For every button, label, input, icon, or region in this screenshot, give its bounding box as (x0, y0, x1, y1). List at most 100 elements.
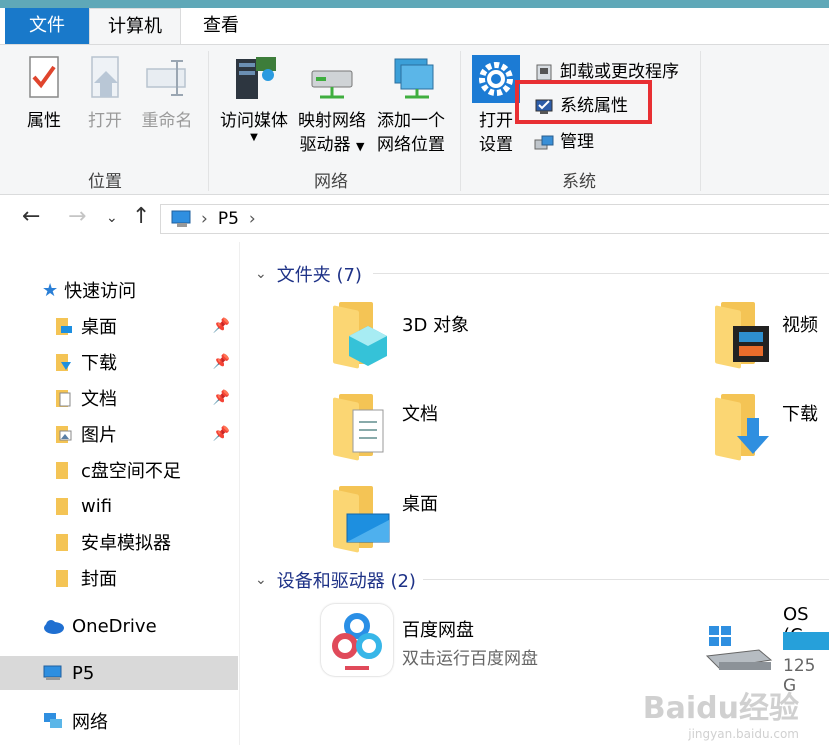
section-title: 文件夹 (7) (276, 265, 362, 286)
sidebar-item-label: OneDrive (72, 615, 157, 637)
manage-label: 管理 (560, 132, 594, 152)
folder-label[interactable]: 3D 对象 (402, 311, 469, 337)
sidebar-item-folder[interactable]: 封面 (0, 561, 238, 595)
add-location-label-line2: 网络位置 (377, 135, 445, 155)
access-media-button[interactable]: 访问媒体 ▼ (216, 53, 292, 143)
pin-icon[interactable]: 📌 (213, 354, 230, 370)
sidebar-item-folder[interactable]: 安卓模拟器 (0, 525, 238, 559)
section-title: 设备和驱动器 (2) (276, 571, 416, 592)
baidu-netdisk-icon[interactable] (321, 604, 393, 676)
add-network-location-button[interactable]: 添加一个 网络位置 (372, 53, 450, 157)
devices-section-header[interactable]: ⌄ 设备和驱动器 (2) (255, 567, 416, 593)
open-settings-label-line2: 设置 (479, 135, 513, 155)
sidebar-item-folder[interactable]: wifi (0, 489, 238, 523)
navigation-bar: ← → ⌄ ↑ › P5 › (0, 196, 829, 242)
folder-icon (55, 496, 73, 516)
desktop-folder-icon[interactable] (333, 486, 395, 553)
device-label[interactable]: 百度网盘 (402, 616, 474, 642)
back-arrow-icon[interactable]: ← (22, 204, 40, 229)
os-drive-icon[interactable] (703, 620, 775, 676)
network-drive-icon (306, 53, 358, 105)
folder-label[interactable]: 桌面 (402, 490, 438, 516)
sidebar-item-label: 封面 (81, 569, 117, 590)
folder-icon (55, 568, 73, 588)
device-subtitle: 双击运行百度网盘 (402, 649, 538, 669)
star-icon: ★ (42, 279, 59, 301)
uninstall-icon (534, 62, 554, 82)
documents-folder-icon[interactable] (333, 394, 395, 461)
open-icon (80, 53, 132, 105)
media-server-icon (228, 53, 280, 105)
access-media-label: 访问媒体 (220, 111, 288, 131)
folder-label[interactable]: 文档 (402, 400, 438, 426)
sidebar-item-label: 下载 (81, 353, 117, 374)
sidebar-item-desktop[interactable]: 桌面 📌 (0, 309, 238, 343)
group-label-system: 系统 (562, 172, 596, 192)
folder-icon (55, 532, 73, 552)
sidebar-item-pictures[interactable]: 图片 📌 (0, 417, 238, 451)
sidebar-item-folder[interactable]: c盘空间不足 (0, 453, 238, 487)
baidu-watermark: Baidu经验 jingyan.baidu.com (642, 691, 799, 741)
sidebar-item-label: 安卓模拟器 (81, 533, 171, 554)
sidebar-item-label: P5 (72, 662, 95, 684)
rename-button[interactable]: 重命名 (138, 53, 196, 133)
tab-view[interactable]: 查看 (181, 8, 261, 44)
pin-icon[interactable]: 📌 (213, 426, 230, 442)
group-separator (460, 51, 461, 191)
cloud-icon (42, 616, 64, 636)
downloads-folder-icon[interactable] (715, 394, 777, 461)
sidebar-item-downloads[interactable]: 下载 📌 (0, 345, 238, 379)
rename-label: 重命名 (141, 111, 193, 131)
tab-computer[interactable]: 计算机 (89, 8, 181, 45)
sidebar-item-documents[interactable]: 文档 📌 (0, 381, 238, 415)
folders-section-header[interactable]: ⌄ 文件夹 (7) (255, 261, 362, 287)
pin-icon[interactable]: 📌 (213, 318, 230, 334)
drive-usage-bar (783, 632, 829, 650)
dropdown-arrow-icon: ▼ (250, 132, 258, 143)
sidebar-item-label: wifi (81, 495, 113, 517)
sidebar-item-network[interactable]: 网络 (0, 704, 238, 738)
section-divider (373, 273, 829, 274)
content-pane: ⌄ 文件夹 (7) 3D 对象 视频 文档 下载 桌面 ⌄ 设备和驱动器 (2) (241, 242, 829, 745)
downloads-folder-icon (55, 352, 73, 372)
sidebar-item-onedrive[interactable]: OneDrive (0, 609, 238, 643)
documents-folder-icon (55, 388, 73, 408)
map-drive-label-line2: 驱动器 ▼ (299, 135, 365, 155)
breadcrumb-p5[interactable]: P5 (218, 209, 239, 229)
navigation-pane: ★ 快速访问 桌面 📌 下载 📌 文档 📌 图片 📌 c盘空间不足 wifi 安… (0, 242, 240, 745)
computer-icon (42, 663, 64, 683)
pictures-folder-icon (55, 424, 73, 444)
map-network-drive-button[interactable]: 映射网络 驱动器 ▼ (294, 53, 370, 159)
3d-objects-folder-icon[interactable] (333, 302, 395, 369)
folder-label[interactable]: 下载 (782, 400, 818, 426)
open-button[interactable]: 打开 (80, 53, 130, 133)
properties-icon (18, 53, 70, 105)
up-arrow-icon[interactable]: ↑ (132, 204, 150, 229)
manage-button[interactable]: 管理 (534, 127, 594, 157)
videos-folder-icon[interactable] (715, 302, 777, 369)
manage-icon (534, 132, 554, 152)
pin-icon[interactable]: 📌 (213, 390, 230, 406)
network-location-icon (385, 53, 437, 105)
sidebar-item-this-pc[interactable]: P5 (0, 656, 238, 690)
sidebar-item-quick-access[interactable]: ★ 快速访问 (0, 273, 238, 307)
breadcrumb-chevron-icon[interactable]: › (249, 209, 256, 229)
breadcrumb-chevron-icon[interactable]: › (201, 209, 208, 229)
group-separator (700, 51, 701, 191)
sidebar-item-label: 文档 (81, 389, 117, 410)
properties-button[interactable]: 属性 (16, 53, 72, 133)
section-divider (423, 579, 829, 580)
add-location-label-line1: 添加一个 (377, 111, 445, 131)
tab-file[interactable]: 文件 (5, 8, 89, 44)
recent-locations-chevron-icon[interactable]: ⌄ (106, 210, 118, 226)
window-accent-bar (0, 0, 829, 8)
forward-arrow-icon[interactable]: → (68, 204, 86, 229)
open-label: 打开 (88, 111, 122, 131)
group-separator (208, 51, 209, 191)
chevron-down-icon: ⌄ (255, 572, 267, 588)
map-drive-label-line1: 映射网络 (298, 111, 366, 131)
sidebar-item-label: 桌面 (81, 317, 117, 338)
address-bar[interactable]: › P5 › (160, 204, 829, 234)
folder-label[interactable]: 视频 (782, 311, 818, 337)
sidebar-item-label: 图片 (81, 425, 117, 446)
